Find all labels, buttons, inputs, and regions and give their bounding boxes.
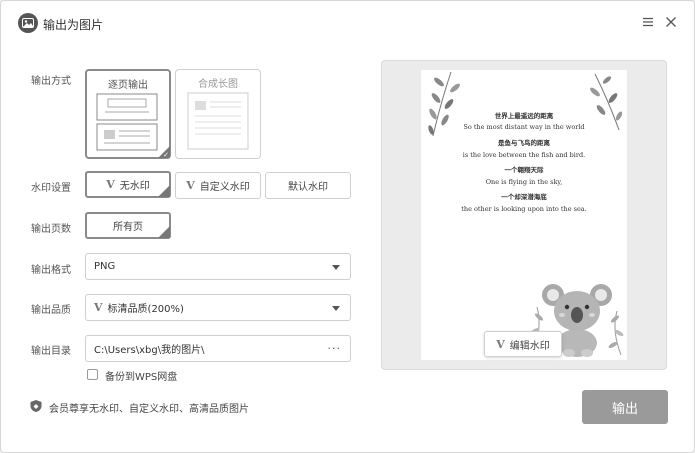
preview-text-line: 一个却深潜海底 xyxy=(501,193,547,201)
window-title: 输出为图片 xyxy=(43,18,104,32)
check-icon: ✓ xyxy=(163,151,169,159)
image-icon xyxy=(18,13,38,33)
pages-label: 输出页数 xyxy=(31,224,71,235)
long-image-label: 合成长图 xyxy=(198,79,238,90)
wps-v-logo-icon: V xyxy=(496,337,505,351)
all-pages-button[interactable]: 所有页 xyxy=(85,212,171,239)
no-watermark-label: 无水印 xyxy=(119,181,150,192)
default-watermark-label: 默认水印 xyxy=(288,182,328,193)
edit-watermark-button[interactable]: V 编辑水印 xyxy=(484,331,562,357)
edit-watermark-label: 编辑水印 xyxy=(509,340,550,352)
title-bar: 输出为图片 xyxy=(1,1,694,45)
quality-select[interactable]: V 标清品质(200%) xyxy=(85,294,351,321)
format-label: 输出格式 xyxy=(31,265,71,276)
page-by-page-label: 逐页输出 xyxy=(108,80,148,91)
page-by-page-option[interactable]: 逐页输出 ✓ xyxy=(85,69,171,159)
quality-label: 输出品质 xyxy=(31,305,71,316)
format-value: PNG xyxy=(94,261,116,272)
preview-text-line: One is flying in the sky, xyxy=(485,178,563,186)
chevron-down-icon xyxy=(332,306,340,311)
browse-button[interactable]: ··· xyxy=(328,342,342,355)
format-select[interactable]: PNG xyxy=(85,253,351,280)
shield-icon xyxy=(30,400,42,412)
chevron-down-icon xyxy=(332,265,340,270)
menu-icon[interactable] xyxy=(641,15,655,29)
long-image-illustration xyxy=(187,92,249,150)
backup-label: 备份到WPS网盘 xyxy=(105,372,178,383)
custom-watermark-label: 自定义水印 xyxy=(199,182,250,193)
export-button[interactable]: 输出 xyxy=(582,390,668,424)
selected-corner-mark xyxy=(158,185,170,197)
preview-text-line: 一个翱翔天际 xyxy=(504,166,544,174)
wps-v-logo-icon: V xyxy=(94,301,103,314)
quality-value: 标清品质(200%) xyxy=(107,304,184,315)
all-pages-label: 所有页 xyxy=(113,222,143,233)
no-watermark-button[interactable]: V 无水印 xyxy=(85,171,171,198)
watermark-label: 水印设置 xyxy=(31,183,71,194)
export-image-dialog: 输出为图片 输出方式 逐页输出 ✓ 合成长图 水印设置 V 无水印 V 自定义水… xyxy=(0,0,695,453)
wps-v-logo-icon: V xyxy=(106,178,115,191)
preview-text-line: So the most distant way in the world xyxy=(463,123,585,131)
preview-text-line: the other is looking upon into the sea. xyxy=(461,205,587,213)
preview-text-line: 世界上最遥远的距离 xyxy=(494,112,554,120)
default-watermark-button[interactable]: 默认水印 xyxy=(265,172,351,199)
output-mode-label: 输出方式 xyxy=(31,76,71,87)
selected-corner-mark xyxy=(158,226,170,238)
directory-label: 输出目录 xyxy=(31,346,71,357)
close-icon[interactable] xyxy=(664,15,678,29)
wps-v-logo-icon: V xyxy=(186,179,195,192)
long-image-option[interactable]: 合成长图 xyxy=(175,69,261,159)
custom-watermark-button[interactable]: V 自定义水印 xyxy=(175,172,261,199)
single-page-illustration xyxy=(96,93,158,151)
directory-field[interactable]: C:\Users\xbg\我的图片\ ··· xyxy=(85,335,351,362)
vip-benefits-text: 会员尊享无水印、自定义水印、高清品质图片 xyxy=(49,404,249,415)
directory-value: C:\Users\xbg\我的图片\ xyxy=(94,345,205,356)
preview-text-line: is the love between the fish and bird. xyxy=(462,151,586,159)
backup-checkbox[interactable] xyxy=(87,369,98,380)
preview-text-line: 是鱼与飞鸟的距离 xyxy=(498,139,550,147)
